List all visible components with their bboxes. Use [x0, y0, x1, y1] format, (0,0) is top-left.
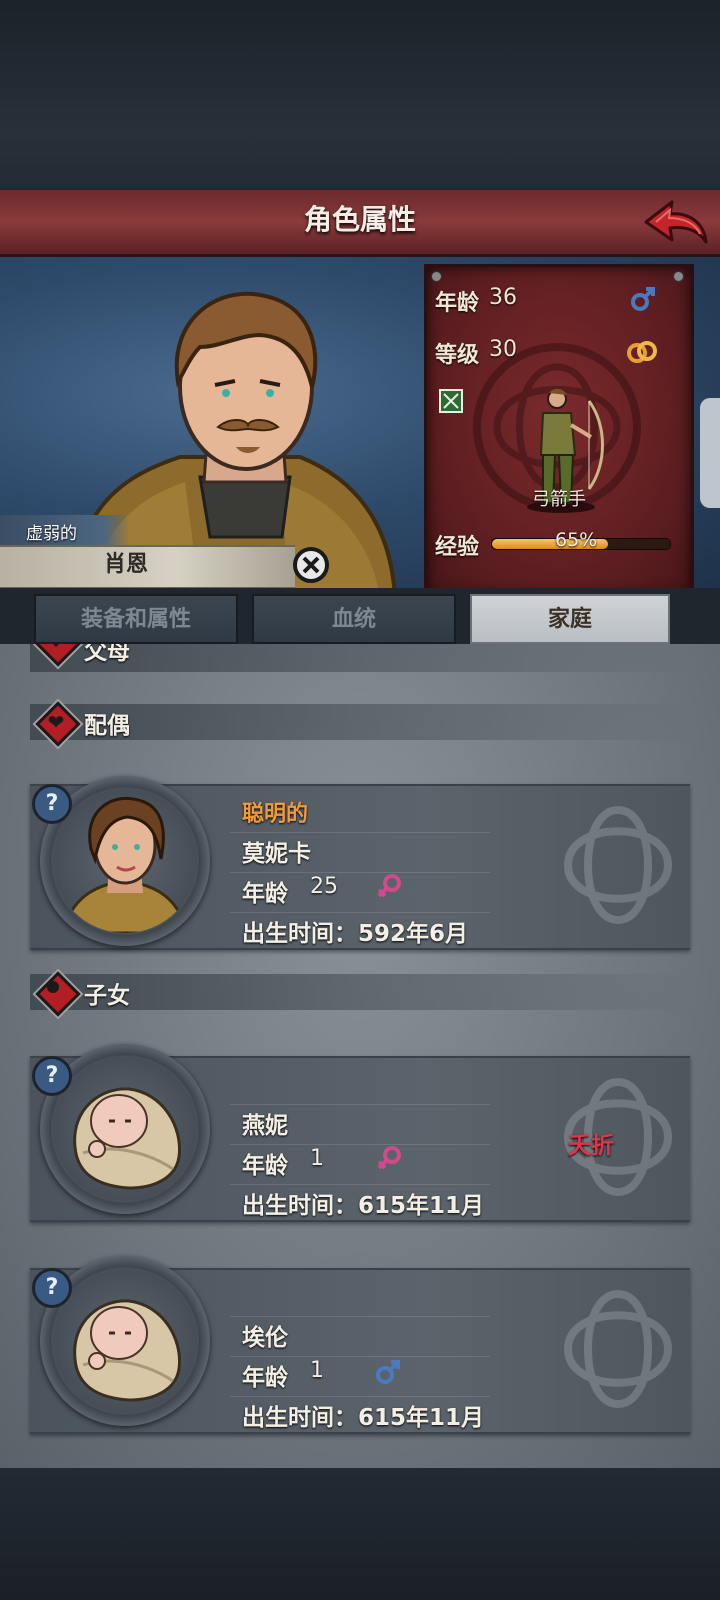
parents-section-icon: ❤: [35, 644, 81, 667]
spouse-birth-date: 592年6月: [358, 921, 469, 947]
card-knot-ornament: [563, 805, 673, 925]
age-label: 年龄: [435, 291, 480, 316]
child-birth-label: 出生时间：: [242, 1405, 357, 1431]
status-effect-icon[interactable]: [439, 389, 463, 413]
heart-icon: ❤: [47, 710, 65, 734]
character-trait: 虚弱的: [26, 524, 77, 544]
heart-icon: ❤: [38, 644, 74, 654]
child-age: 1: [310, 1146, 324, 1171]
baby-portrait: [73, 1299, 182, 1402]
child-birth-date: 615年11月: [358, 1405, 485, 1431]
character-name[interactable]: 肖恩: [104, 547, 148, 583]
child-birth-label: 出生时间：: [242, 1193, 357, 1219]
spouse-name: 莫妮卡: [242, 841, 311, 867]
baby-portrait: [73, 1087, 182, 1190]
rings-icon: [627, 341, 657, 363]
child-age-label: 年龄: [242, 1365, 288, 1391]
back-arrow-icon: [644, 200, 708, 244]
spouse-section-icon: ❤: [35, 701, 81, 747]
spouse-age: 25: [310, 874, 338, 899]
age-value: 36: [489, 285, 517, 310]
card-divider: [230, 1316, 490, 1317]
dismiss-button[interactable]: [292, 546, 330, 584]
card-divider: [230, 1396, 490, 1397]
back-button[interactable]: [642, 196, 710, 248]
crossed-box-icon: [443, 393, 459, 409]
card-divider: [230, 1104, 490, 1105]
child-help-button[interactable]: ?: [32, 1056, 72, 1096]
card-divider: [230, 1356, 490, 1357]
close-circle-icon: [293, 547, 329, 583]
spouse-section-title: 配偶: [84, 713, 130, 739]
spouse-portrait: [61, 796, 189, 933]
exp-percent: 65%: [555, 529, 598, 551]
card-divider: [230, 912, 490, 913]
card-divider: [230, 1184, 490, 1185]
exp-label: 经验: [435, 535, 480, 560]
level-label: 等级: [435, 343, 480, 368]
child-deceased-status: 夭折: [568, 1133, 614, 1159]
card-divider: [230, 872, 490, 873]
class-name: 弓箭手: [532, 489, 586, 510]
child-age-label: 年龄: [242, 1153, 288, 1179]
spouse-help-button[interactable]: ?: [32, 784, 72, 824]
child-avatar: [53, 1057, 197, 1201]
level-value: 30: [489, 337, 517, 362]
tab-bloodline[interactable]: 血统: [252, 594, 456, 644]
header-bar: 角色属性: [0, 190, 720, 257]
child-name: 燕妮: [242, 1113, 288, 1139]
spouse-trait: 聪明的: [242, 802, 309, 827]
top-dark-band: [0, 0, 720, 190]
child-avatar: [53, 1269, 197, 1413]
female-icon: [377, 1146, 401, 1170]
side-scroll-handle[interactable]: [700, 398, 720, 508]
child-name: 埃伦: [242, 1325, 288, 1351]
card-divider: [230, 832, 490, 833]
male-icon: [376, 1360, 400, 1384]
panel-rivet: [673, 271, 684, 282]
tab-family[interactable]: 家庭: [470, 594, 670, 644]
character-info-panel: 年龄 36 等级 30 弓箭手 经验 65%: [424, 264, 694, 598]
family-content: ❤ 父母 ❤ 配偶 ? 聪明的 莫妮卡 年龄 25: [0, 644, 720, 1468]
card-divider: [230, 1144, 490, 1145]
spouse-age-label: 年龄: [242, 881, 288, 907]
child-help-button[interactable]: ?: [32, 1268, 72, 1308]
tab-equipment[interactable]: 装备和属性: [34, 594, 238, 644]
spouse-birth-label: 出生时间：: [242, 921, 357, 947]
page-title: 角色属性: [303, 203, 416, 236]
bottom-dark-band: [0, 1468, 720, 1600]
children-section-icon: [35, 971, 81, 1017]
panel-rivet: [431, 271, 442, 282]
child-birth-date: 615年11月: [358, 1193, 485, 1219]
children-section-title: 子女: [84, 983, 130, 1009]
child-age: 1: [310, 1358, 324, 1383]
card-knot-ornament: [563, 1289, 673, 1409]
female-icon: [377, 874, 401, 898]
male-icon: [631, 287, 655, 311]
spouse-avatar: [53, 789, 197, 933]
parents-section-title: 父母: [84, 644, 130, 665]
